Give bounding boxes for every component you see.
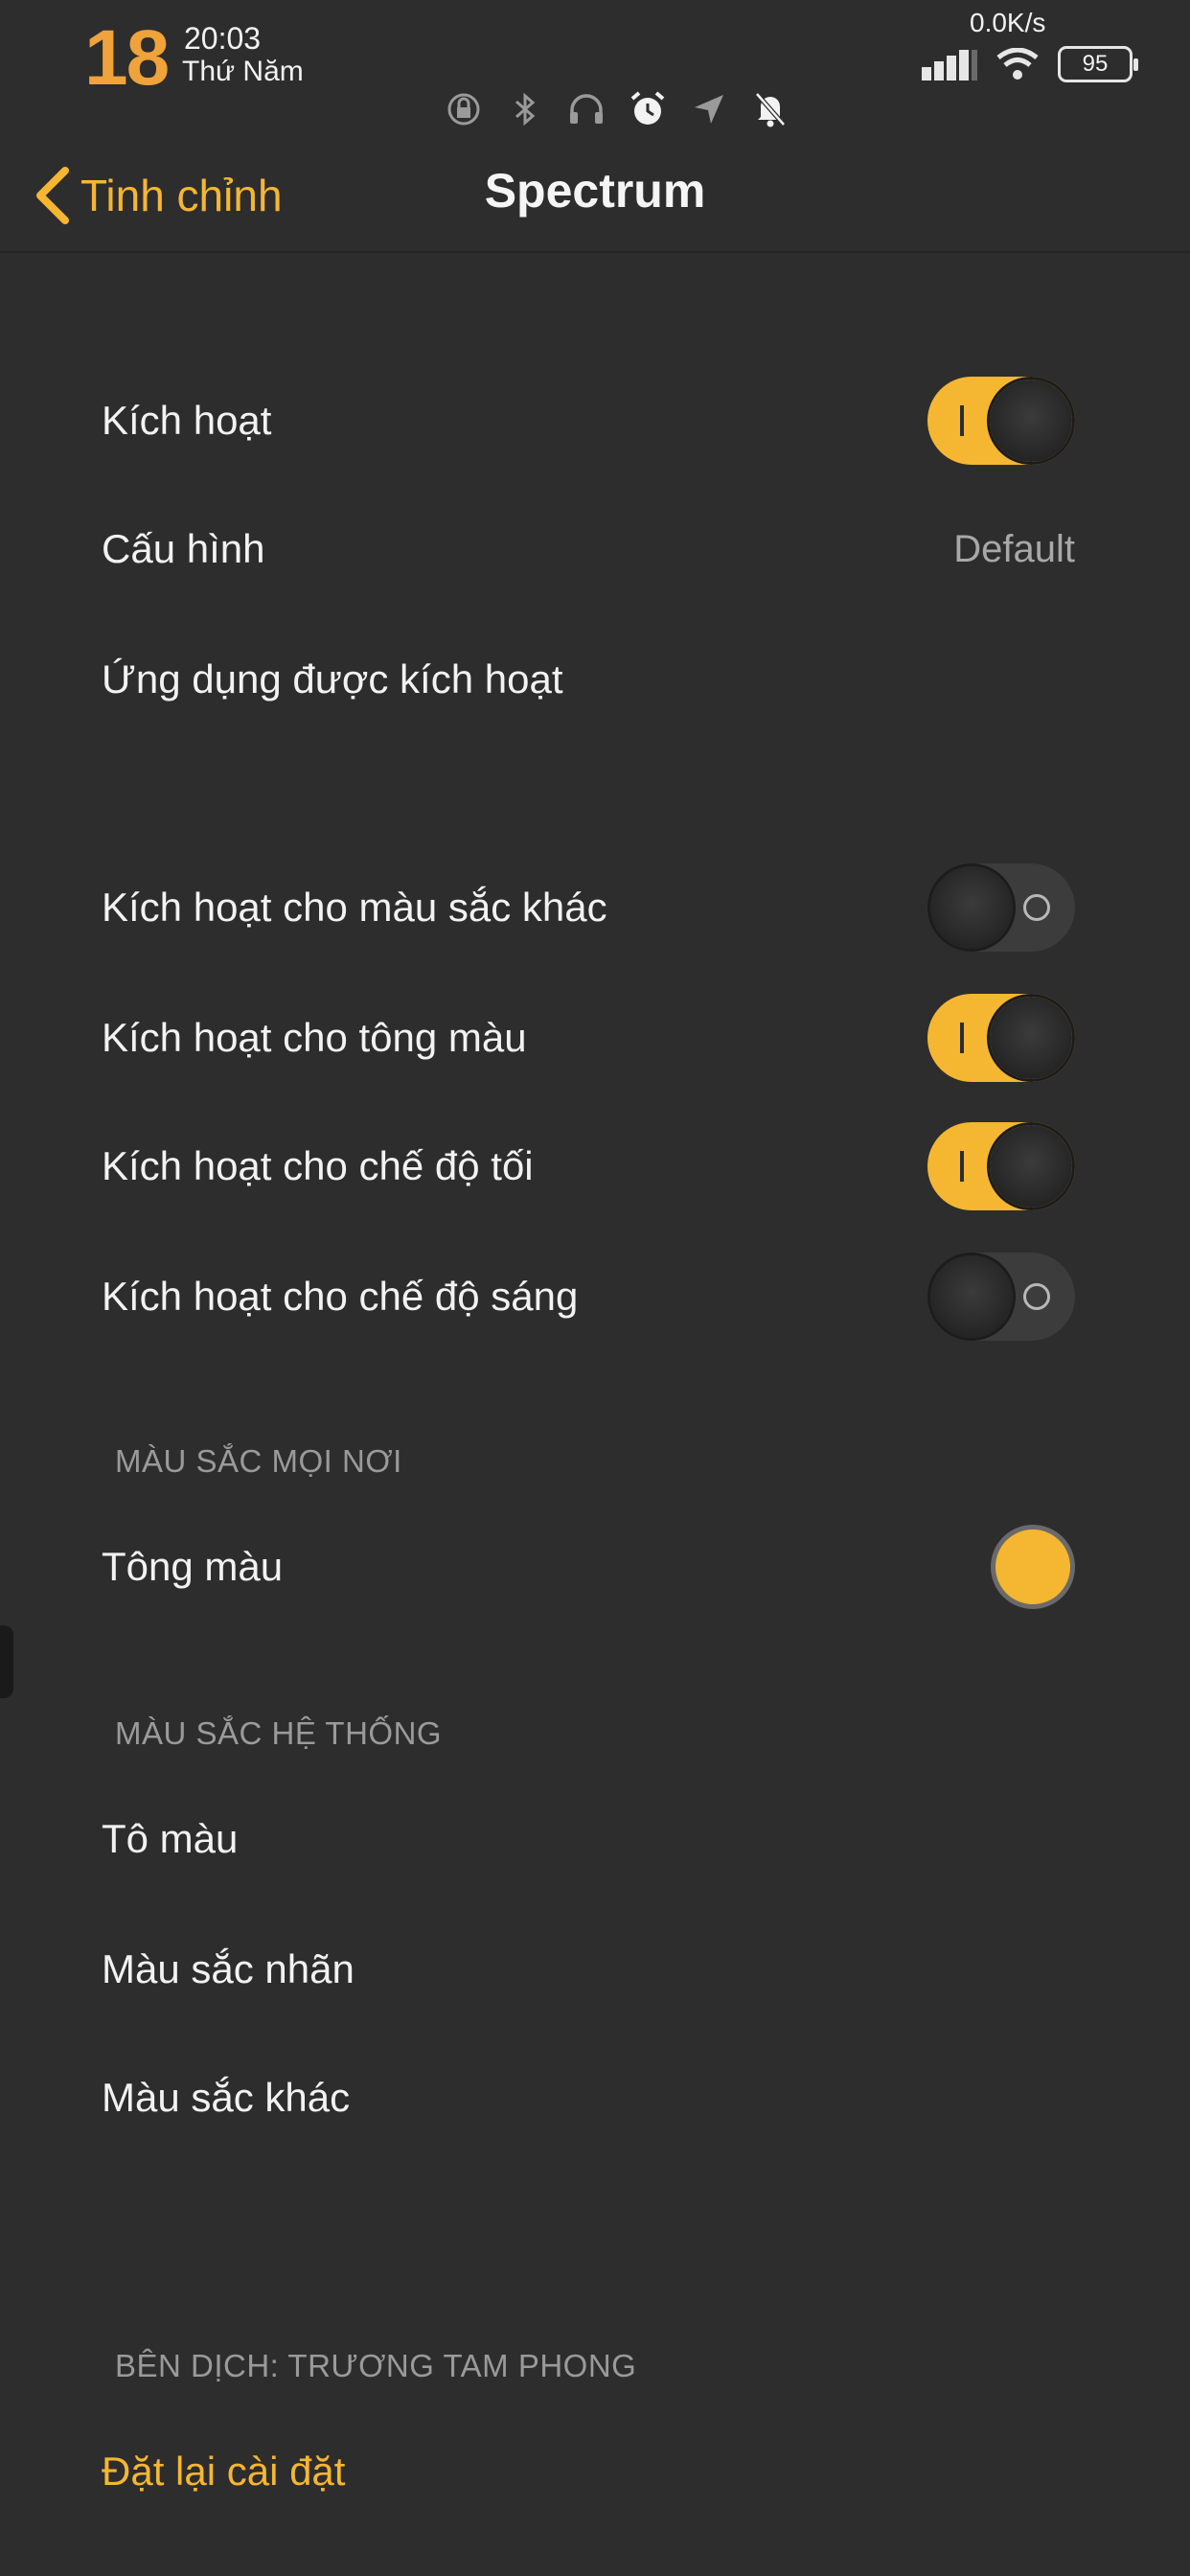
setting-row-light-mode[interactable]: Kích hoạt cho chế độ sáng: [102, 1244, 1075, 1349]
headphones-icon: [565, 88, 607, 130]
setting-row-tone[interactable]: Kích hoạt cho tông màu: [102, 985, 1075, 1091]
network-speed: 0.0K/s: [970, 8, 1046, 37]
setting-row-enable[interactable]: Kích hoạt: [102, 368, 1075, 473]
tone-color-swatch[interactable]: [991, 1525, 1075, 1609]
toggle-off-mark: [1023, 894, 1050, 921]
toggle-off-mark: [1023, 1283, 1050, 1310]
bluetooth-icon: [504, 88, 546, 130]
wifi-icon: [996, 48, 1039, 80]
enable-toggle[interactable]: [927, 377, 1075, 465]
toggle-knob: [930, 866, 1013, 949]
toggle-on-mark: [960, 405, 964, 436]
setting-label: Kích hoạt: [102, 398, 272, 443]
other-colors-toggle[interactable]: [927, 863, 1075, 952]
mute-bell-icon: [749, 88, 791, 130]
setting-label: Màu sắc khác: [102, 2075, 351, 2120]
setting-row-apps[interactable]: Ứng dụng được kích hoạt: [102, 627, 1075, 732]
section-header-system: MÀU SẮC HỆ THỐNG: [115, 1715, 443, 1751]
status-weekday: Thứ Năm: [182, 56, 304, 87]
status-time: 20:03: [184, 21, 262, 56]
setting-label: Kích hoạt cho tông màu: [102, 1015, 527, 1060]
status-bar: 18 20:03 Thứ Năm 0.0K/s 95: [0, 0, 1190, 144]
alarm-icon: [627, 88, 669, 130]
setting-row-other-color[interactable]: Màu sắc khác: [102, 2045, 1075, 2150]
setting-label: Kích hoạt cho chế độ sáng: [102, 1274, 579, 1319]
toggle-knob: [930, 1255, 1013, 1338]
section-header-credit: BÊN DỊCH: TRƯƠNG TAM PHONG: [115, 2348, 637, 2383]
setting-row-label-color[interactable]: Màu sắc nhãn: [102, 1917, 1075, 2022]
setting-label: Tông màu: [102, 1544, 284, 1589]
lock-rotation-icon: [443, 88, 485, 130]
reset-label: Đặt lại cài đặt: [102, 2449, 346, 2494]
setting-label: Màu sắc nhãn: [102, 1946, 355, 1991]
page-title: Spectrum: [484, 164, 706, 218]
setting-label: Cấu hình: [102, 526, 265, 571]
config-value: Default: [953, 527, 1075, 570]
section-header-everywhere: MÀU SẮC MỌI NƠI: [115, 1443, 402, 1479]
toggle-knob: [990, 380, 1072, 462]
setting-row-other-colors[interactable]: Kích hoạt cho màu sắc khác: [102, 855, 1075, 960]
signal-icon: [922, 50, 977, 80]
battery-indicator: 95: [1058, 46, 1138, 82]
setting-row-tone-color[interactable]: Tông màu: [102, 1514, 1075, 1620]
toggle-knob: [990, 997, 1072, 1079]
status-day: 18: [84, 14, 170, 102]
reset-settings-button[interactable]: Đặt lại cài đặt: [102, 2419, 1075, 2524]
status-center-icons: [443, 88, 791, 130]
location-icon: [688, 88, 730, 130]
setting-label: Tô màu: [102, 1816, 239, 1861]
battery-level: 95: [1082, 51, 1109, 77]
toggle-on-mark: [960, 1151, 964, 1182]
toggle-on-mark: [960, 1023, 964, 1053]
tone-toggle[interactable]: [927, 994, 1075, 1082]
setting-row-config[interactable]: Cấu hình Default: [102, 496, 1075, 602]
setting-label: Ứng dụng được kích hoạt: [102, 656, 563, 702]
setting-row-tint[interactable]: Tô màu: [102, 1786, 1075, 1892]
nav-header: Tinh chỉnh Spectrum: [0, 144, 1190, 253]
setting-label: Kích hoạt cho màu sắc khác: [102, 885, 607, 930]
status-right-icons: 95: [922, 46, 1138, 82]
edge-handle[interactable]: [0, 1625, 13, 1698]
setting-row-dark-mode[interactable]: Kích hoạt cho chế độ tối: [102, 1114, 1075, 1219]
dark-mode-toggle[interactable]: [927, 1122, 1075, 1210]
light-mode-toggle[interactable]: [927, 1253, 1075, 1341]
toggle-knob: [990, 1125, 1072, 1208]
setting-label: Kích hoạt cho chế độ tối: [102, 1143, 534, 1188]
